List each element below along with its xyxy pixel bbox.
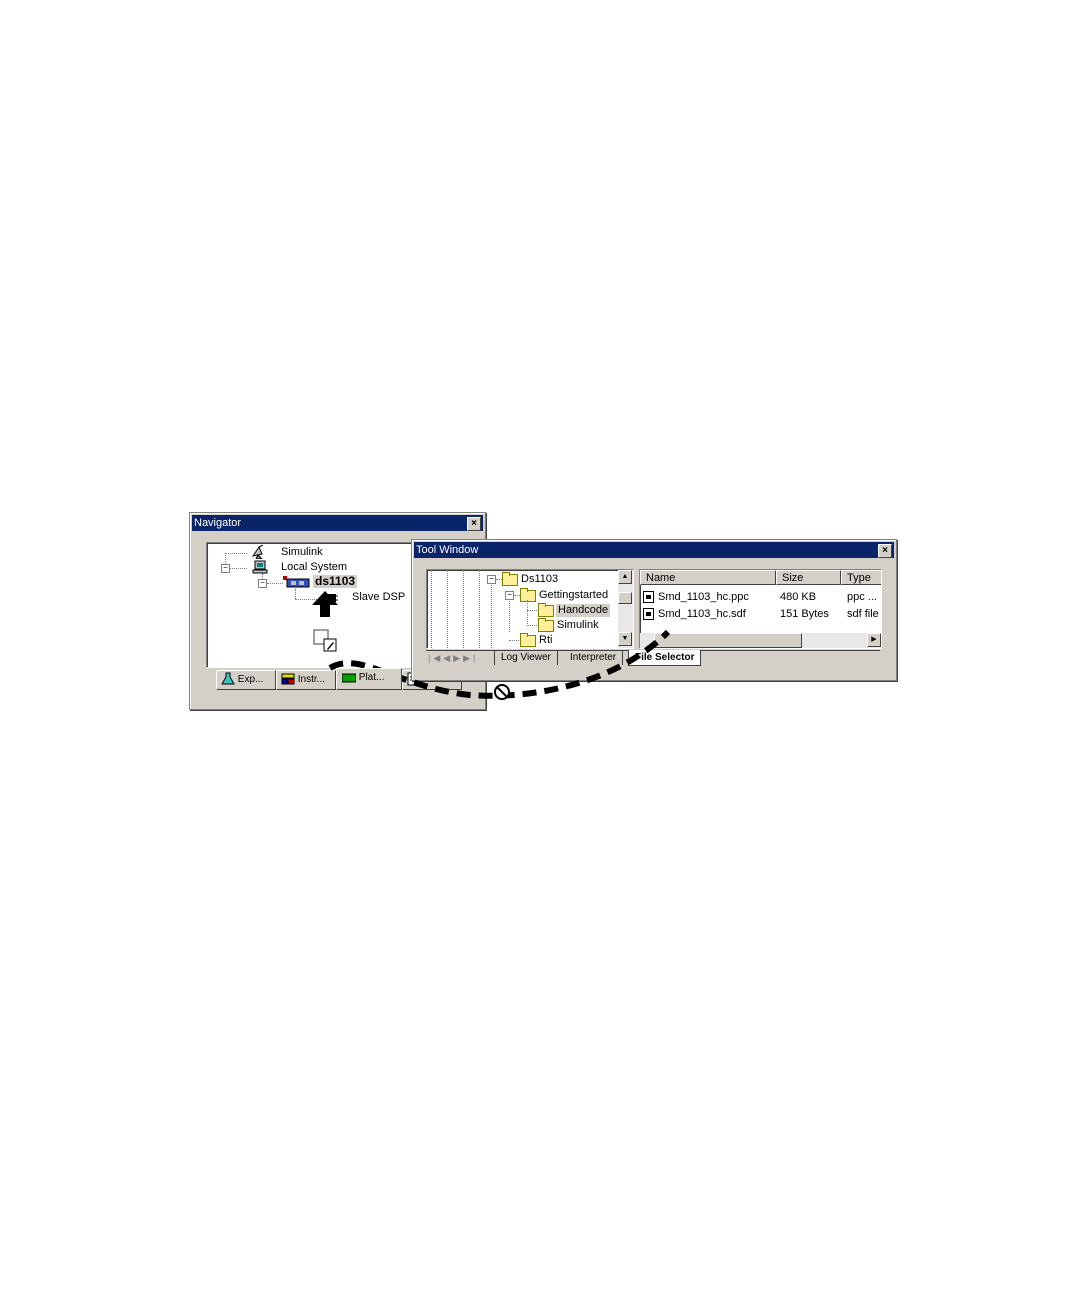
local-system-expander[interactable]: − [221,564,230,573]
file-type: sdf file [847,608,879,620]
file-type: ppc ... [847,591,877,603]
column-header-name[interactable]: Name [640,570,776,585]
column-header-type[interactable]: Type [841,570,881,585]
tab-log-viewer[interactable]: Log Viewer [494,651,558,665]
tab-instrumentation[interactable]: Instr... [276,670,336,690]
folder-icon [538,618,554,632]
tab-file-selector-label: File Selector [635,652,695,663]
folder-open-icon [538,603,554,617]
tree-item-simulink[interactable]: Simulink [281,546,323,559]
file-name: Smd_1103_hc.ppc [658,591,749,603]
tool-window-titlebar[interactable]: Tool Window × [414,542,894,558]
folder-item-handcode[interactable]: Handcode [556,604,611,617]
tool-tab-strip: |◀◀▶▶| Log Viewer Interpreter File Selec… [426,650,880,667]
file-icon [643,608,654,620]
tab-nav-buttons[interactable]: |◀◀▶▶| [428,652,492,665]
flask-icon [221,672,235,686]
board-icon [283,576,311,588]
folder-tree-scrollbar[interactable]: ▲ ▼ [618,570,633,648]
folder-item-simulink[interactable]: Simulink [557,619,599,632]
navigator-titlebar[interactable]: Navigator × [192,515,483,531]
tool-window[interactable]: Tool Window × − Ds1103 − Gettingstarted … [411,539,897,681]
tab-platform[interactable]: Plat... [336,668,402,690]
scroll-thumb[interactable] [618,592,632,604]
no-drop-cursor-icon [494,684,510,700]
tree-item-slave-dsp[interactable]: Slave DSP [352,591,405,604]
file-name: Smd_1103_hc.sdf [658,608,746,620]
drag-arrow-icon [311,591,339,617]
tab-file-selector[interactable]: File Selector [628,650,702,666]
folder-item-ds1103[interactable]: Ds1103 [521,573,558,586]
satellite-dish-icon [250,544,266,560]
tree-item-ds1103[interactable]: ds1103 [313,575,358,588]
folder-item-gettingstarted[interactable]: Gettingstarted [539,589,608,602]
file-list-hscrollbar[interactable]: ▶ [640,633,881,648]
tab-interpreter-label: Interpreter [570,652,617,663]
scroll-right-button[interactable]: ▶ [867,633,881,647]
board-green-icon [341,672,357,683]
scroll-down-button[interactable]: ▼ [618,632,632,646]
navigator-title: Navigator [194,517,242,529]
tab-interpreter[interactable]: Interpreter [564,651,624,665]
file-size: 480 KB [780,591,817,603]
computer-icon [252,560,268,574]
tree-item-local-system[interactable]: Local System [281,561,347,574]
tool-window-title: Tool Window [416,544,479,556]
navigator-close-button[interactable]: × [467,517,481,531]
instrument-icon [281,672,295,686]
ds1103-expander[interactable]: − [258,579,267,588]
file-size: 151 Bytes [780,608,829,620]
file-row[interactable]: Smd_1103_hc.ppc 480 KB ppc ... [640,590,881,605]
tab-platform-label: Plat... [358,672,385,683]
file-row[interactable]: Smd_1103_hc.sdf 151 Bytes sdf file [640,607,881,622]
folder-tree-pane[interactable]: − Ds1103 − Gettingstarted Handcode Simul… [426,569,634,649]
tab-experiment[interactable]: Exp... [216,670,276,690]
scroll-thumb[interactable] [654,633,802,648]
folder-item-rti[interactable]: Rti [539,634,552,647]
tool-window-close-button[interactable]: × [878,544,892,558]
navigator-tree[interactable]: − − Simulink Local System ds1103 Slave D… [206,542,422,668]
folder-icon [520,633,536,647]
file-icon [643,591,654,603]
tab-instrumentation-label: Instr... [297,674,326,685]
column-header-size[interactable]: Size [776,570,841,585]
file-list-pane[interactable]: Name Size Type Smd_1103_hc.ppc 480 KB pp… [639,569,882,649]
scroll-up-button[interactable]: ▲ [618,570,632,584]
folder-icon [502,572,518,586]
tab-experiment-label: Exp... [237,674,264,685]
folder-icon [520,588,536,602]
tab-log-viewer-label: Log Viewer [501,652,551,663]
drag-cursor-icon [313,629,339,655]
